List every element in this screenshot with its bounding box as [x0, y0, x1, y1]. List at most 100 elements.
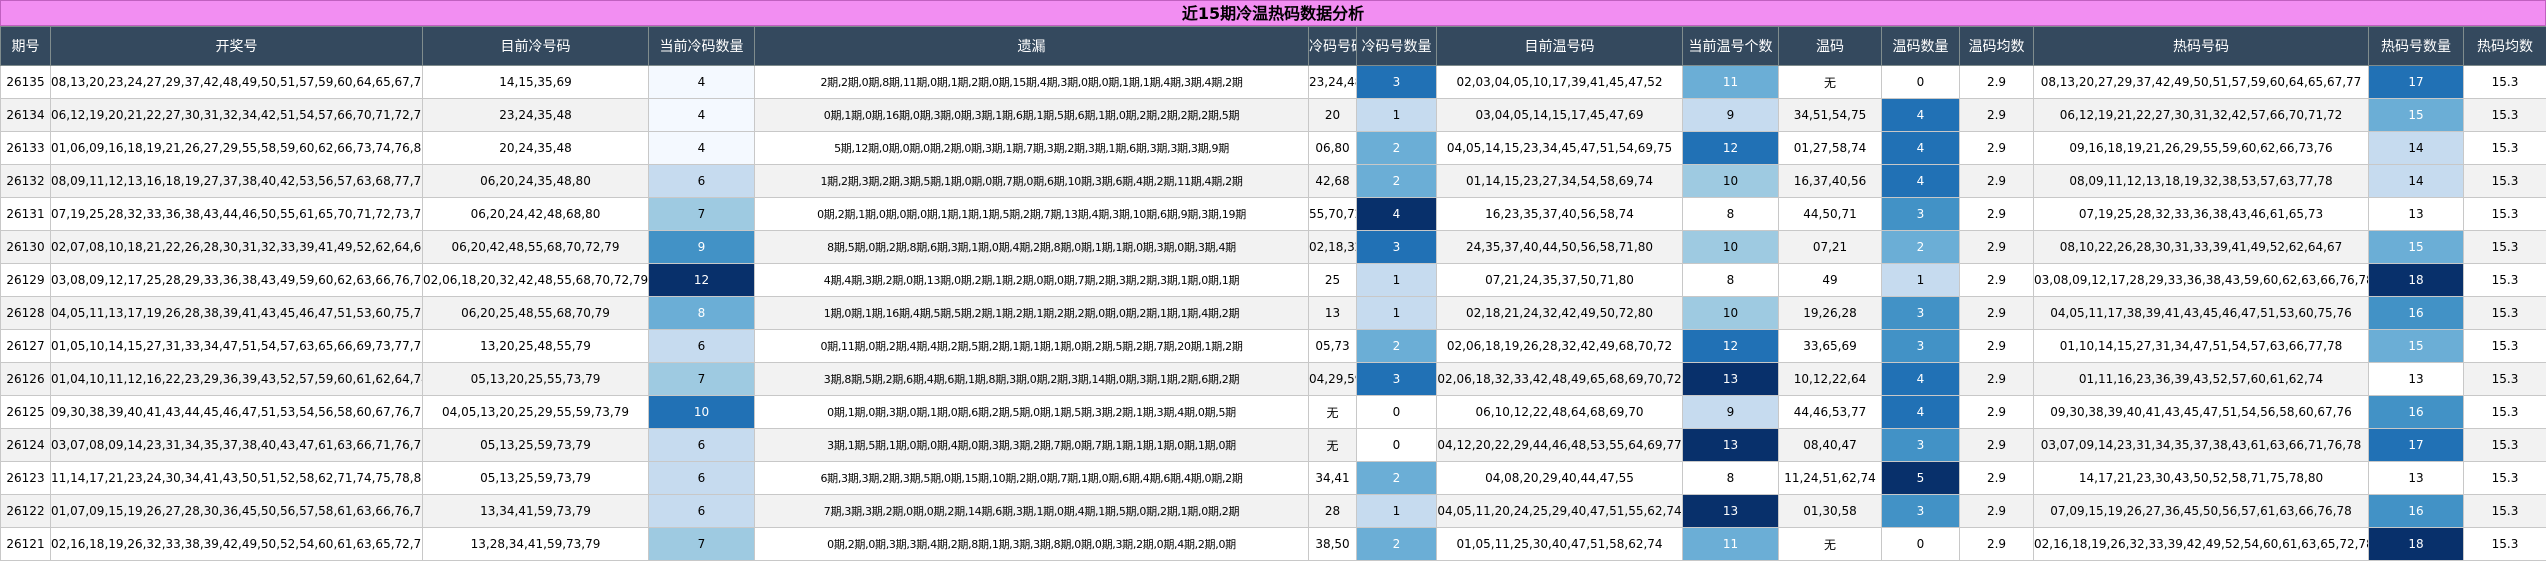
table-row: 2613107,19,25,28,32,33,36,38,43,44,46,50…: [1, 198, 2546, 231]
cell-warm-numbers: 04,05,11,20,24,25,29,40,47,51,55,62,74: [1437, 495, 1683, 528]
cell-cold-hit-count: 1: [1357, 495, 1437, 528]
col-header-cold-numbers[interactable]: 目前冷号码: [423, 27, 649, 66]
cell-cold-numbers: 13,34,41,59,73,79: [423, 495, 649, 528]
cell-hot-average: 15.3: [2464, 231, 2546, 264]
cell-hot-average: 15.3: [2464, 396, 2546, 429]
cell-cold-count: 7: [649, 363, 755, 396]
col-header-omission[interactable]: 遗漏: [755, 27, 1309, 66]
col-header-hot-count[interactable]: 热码号数量: [2369, 27, 2464, 66]
cell-warm-hit-numbers: 49: [1779, 264, 1882, 297]
cell-warm-numbers: 16,23,35,37,40,56,58,74: [1437, 198, 1683, 231]
cell-cold-hit-numbers: 04,29,59: [1309, 363, 1357, 396]
cell-hot-numbers: 03,08,09,12,17,28,29,33,36,38,43,59,60,6…: [2034, 264, 2369, 297]
cell-cold-numbers: 13,20,25,48,55,79: [423, 330, 649, 363]
cell-omission: 7期,3期,3期,2期,0期,0期,2期,14期,6期,3期,1期,0期,4期,…: [755, 495, 1309, 528]
col-header-hot-average[interactable]: 热码均数: [2464, 27, 2546, 66]
cell-cold-hit-count: 3: [1357, 66, 1437, 99]
col-header-cold-hit-numbers[interactable]: 冷码号码: [1309, 27, 1357, 66]
cell-hot-count: 13: [2369, 363, 2464, 396]
cell-cold-numbers: 20,24,35,48: [423, 132, 649, 165]
cell-warm-average: 2.9: [1960, 66, 2034, 99]
cell-hot-count: 13: [2369, 462, 2464, 495]
cell-cold-count: 6: [649, 495, 755, 528]
table-row: 2612311,14,17,21,23,24,30,34,41,43,50,51…: [1, 462, 2546, 495]
cell-hot-count: 16: [2369, 297, 2464, 330]
cell-draw-numbers: 07,19,25,28,32,33,36,38,43,44,46,50,55,6…: [51, 198, 423, 231]
cell-warm-numbers: 02,06,18,32,33,42,48,49,65,68,69,70,72: [1437, 363, 1683, 396]
cell-warm-hit-count: 3: [1882, 330, 1960, 363]
cell-warm-numbers: 02,18,21,24,32,42,49,50,72,80: [1437, 297, 1683, 330]
cell-cold-numbers: 05,13,25,59,73,79: [423, 429, 649, 462]
cell-warm-count: 11: [1683, 66, 1779, 99]
cell-omission: 8期,5期,0期,2期,8期,6期,3期,1期,0期,4期,2期,8期,0期,1…: [755, 231, 1309, 264]
data-table: 期号 开奖号 目前冷号码 当前冷码数量 遗漏 冷码号码 冷码号数量 目前温号码 …: [0, 26, 2546, 561]
cell-hot-count: 18: [2369, 528, 2464, 561]
cell-warm-count: 10: [1683, 231, 1779, 264]
cell-hot-count: 13: [2369, 198, 2464, 231]
table-row: 2613508,13,20,23,24,27,29,37,42,48,49,50…: [1, 66, 2546, 99]
cell-hot-average: 15.3: [2464, 330, 2546, 363]
cell-warm-hit-count: 1: [1882, 264, 1960, 297]
cell-warm-hit-numbers: 16,37,40,56: [1779, 165, 1882, 198]
cell-hot-average: 15.3: [2464, 99, 2546, 132]
cell-warm-count: 12: [1683, 132, 1779, 165]
cell-omission: 5期,12期,0期,0期,0期,2期,0期,3期,1期,7期,3期,2期,3期,…: [755, 132, 1309, 165]
table-row: 2613002,07,08,10,18,21,22,26,28,30,31,32…: [1, 231, 2546, 264]
cell-warm-hit-count: 3: [1882, 198, 1960, 231]
cell-warm-average: 2.9: [1960, 363, 2034, 396]
cell-period: 26126: [1, 363, 51, 396]
col-header-warm-hit-count[interactable]: 温码数量: [1882, 27, 1960, 66]
table-row: 2612509,30,38,39,40,41,43,44,45,46,47,51…: [1, 396, 2546, 429]
col-header-cold-count[interactable]: 当前冷码数量: [649, 27, 755, 66]
col-header-warm-numbers[interactable]: 目前温号码: [1437, 27, 1683, 66]
cell-period: 26122: [1, 495, 51, 528]
cell-warm-hit-numbers: 无: [1779, 528, 1882, 561]
table-row: 2612102,16,18,19,26,32,33,38,39,42,49,50…: [1, 528, 2546, 561]
cell-cold-numbers: 04,05,13,20,25,29,55,59,73,79: [423, 396, 649, 429]
cell-warm-numbers: 02,03,04,05,10,17,39,41,45,47,52: [1437, 66, 1683, 99]
cell-warm-count: 8: [1683, 198, 1779, 231]
cell-cold-count: 8: [649, 297, 755, 330]
cell-warm-hit-count: 3: [1882, 429, 1960, 462]
cell-draw-numbers: 01,07,09,15,19,26,27,28,30,36,45,50,56,5…: [51, 495, 423, 528]
col-header-warm-count[interactable]: 当前温号个数: [1683, 27, 1779, 66]
cell-warm-count: 9: [1683, 99, 1779, 132]
cell-period: 26129: [1, 264, 51, 297]
cell-hot-numbers: 03,07,09,14,23,31,34,35,37,38,43,61,63,6…: [2034, 429, 2369, 462]
col-header-warm-hit-numbers[interactable]: 温码: [1779, 27, 1882, 66]
cell-hot-count: 16: [2369, 396, 2464, 429]
cell-warm-hit-count: 0: [1882, 528, 1960, 561]
cell-cold-count: 12: [649, 264, 755, 297]
cell-hot-numbers: 04,05,11,17,38,39,41,43,45,46,47,51,53,6…: [2034, 297, 2369, 330]
cell-warm-average: 2.9: [1960, 198, 2034, 231]
cell-cold-count: 4: [649, 66, 755, 99]
cell-omission: 0期,1期,0期,3期,0期,1期,0期,6期,2期,5期,0期,1期,5期,3…: [755, 396, 1309, 429]
col-header-cold-hit-count[interactable]: 冷码号数量: [1357, 27, 1437, 66]
col-header-hot-numbers[interactable]: 热码号码: [2034, 27, 2369, 66]
cell-period: 26134: [1, 99, 51, 132]
cell-hot-numbers: 06,12,19,21,22,27,30,31,32,42,57,66,70,7…: [2034, 99, 2369, 132]
cell-cold-hit-count: 4: [1357, 198, 1437, 231]
cell-warm-hit-numbers: 34,51,54,75: [1779, 99, 1882, 132]
cell-omission: 3期,1期,5期,1期,0期,0期,4期,0期,3期,3期,2期,7期,0期,7…: [755, 429, 1309, 462]
cell-draw-numbers: 03,08,09,12,17,25,28,29,33,36,38,43,49,5…: [51, 264, 423, 297]
cell-warm-hit-count: 4: [1882, 165, 1960, 198]
cell-warm-hit-numbers: 无: [1779, 66, 1882, 99]
col-header-period[interactable]: 期号: [1, 27, 51, 66]
cell-warm-average: 2.9: [1960, 165, 2034, 198]
cell-draw-numbers: 01,04,10,11,12,16,22,23,29,36,39,43,52,5…: [51, 363, 423, 396]
table-row: 2612601,04,10,11,12,16,22,23,29,36,39,43…: [1, 363, 2546, 396]
cell-cold-hit-numbers: 无: [1309, 396, 1357, 429]
col-header-warm-average[interactable]: 温码均数: [1960, 27, 2034, 66]
cell-hot-average: 15.3: [2464, 528, 2546, 561]
cell-hot-count: 17: [2369, 429, 2464, 462]
col-header-draw-numbers[interactable]: 开奖号: [51, 27, 423, 66]
cell-warm-average: 2.9: [1960, 99, 2034, 132]
cell-warm-count: 13: [1683, 363, 1779, 396]
cell-hot-numbers: 08,10,22,26,28,30,31,33,39,41,49,52,62,6…: [2034, 231, 2369, 264]
cell-warm-hit-count: 3: [1882, 297, 1960, 330]
cell-warm-hit-count: 0: [1882, 66, 1960, 99]
cell-hot-numbers: 09,16,18,19,21,26,29,55,59,60,62,66,73,7…: [2034, 132, 2369, 165]
cell-cold-count: 9: [649, 231, 755, 264]
cell-cold-hit-count: 3: [1357, 363, 1437, 396]
